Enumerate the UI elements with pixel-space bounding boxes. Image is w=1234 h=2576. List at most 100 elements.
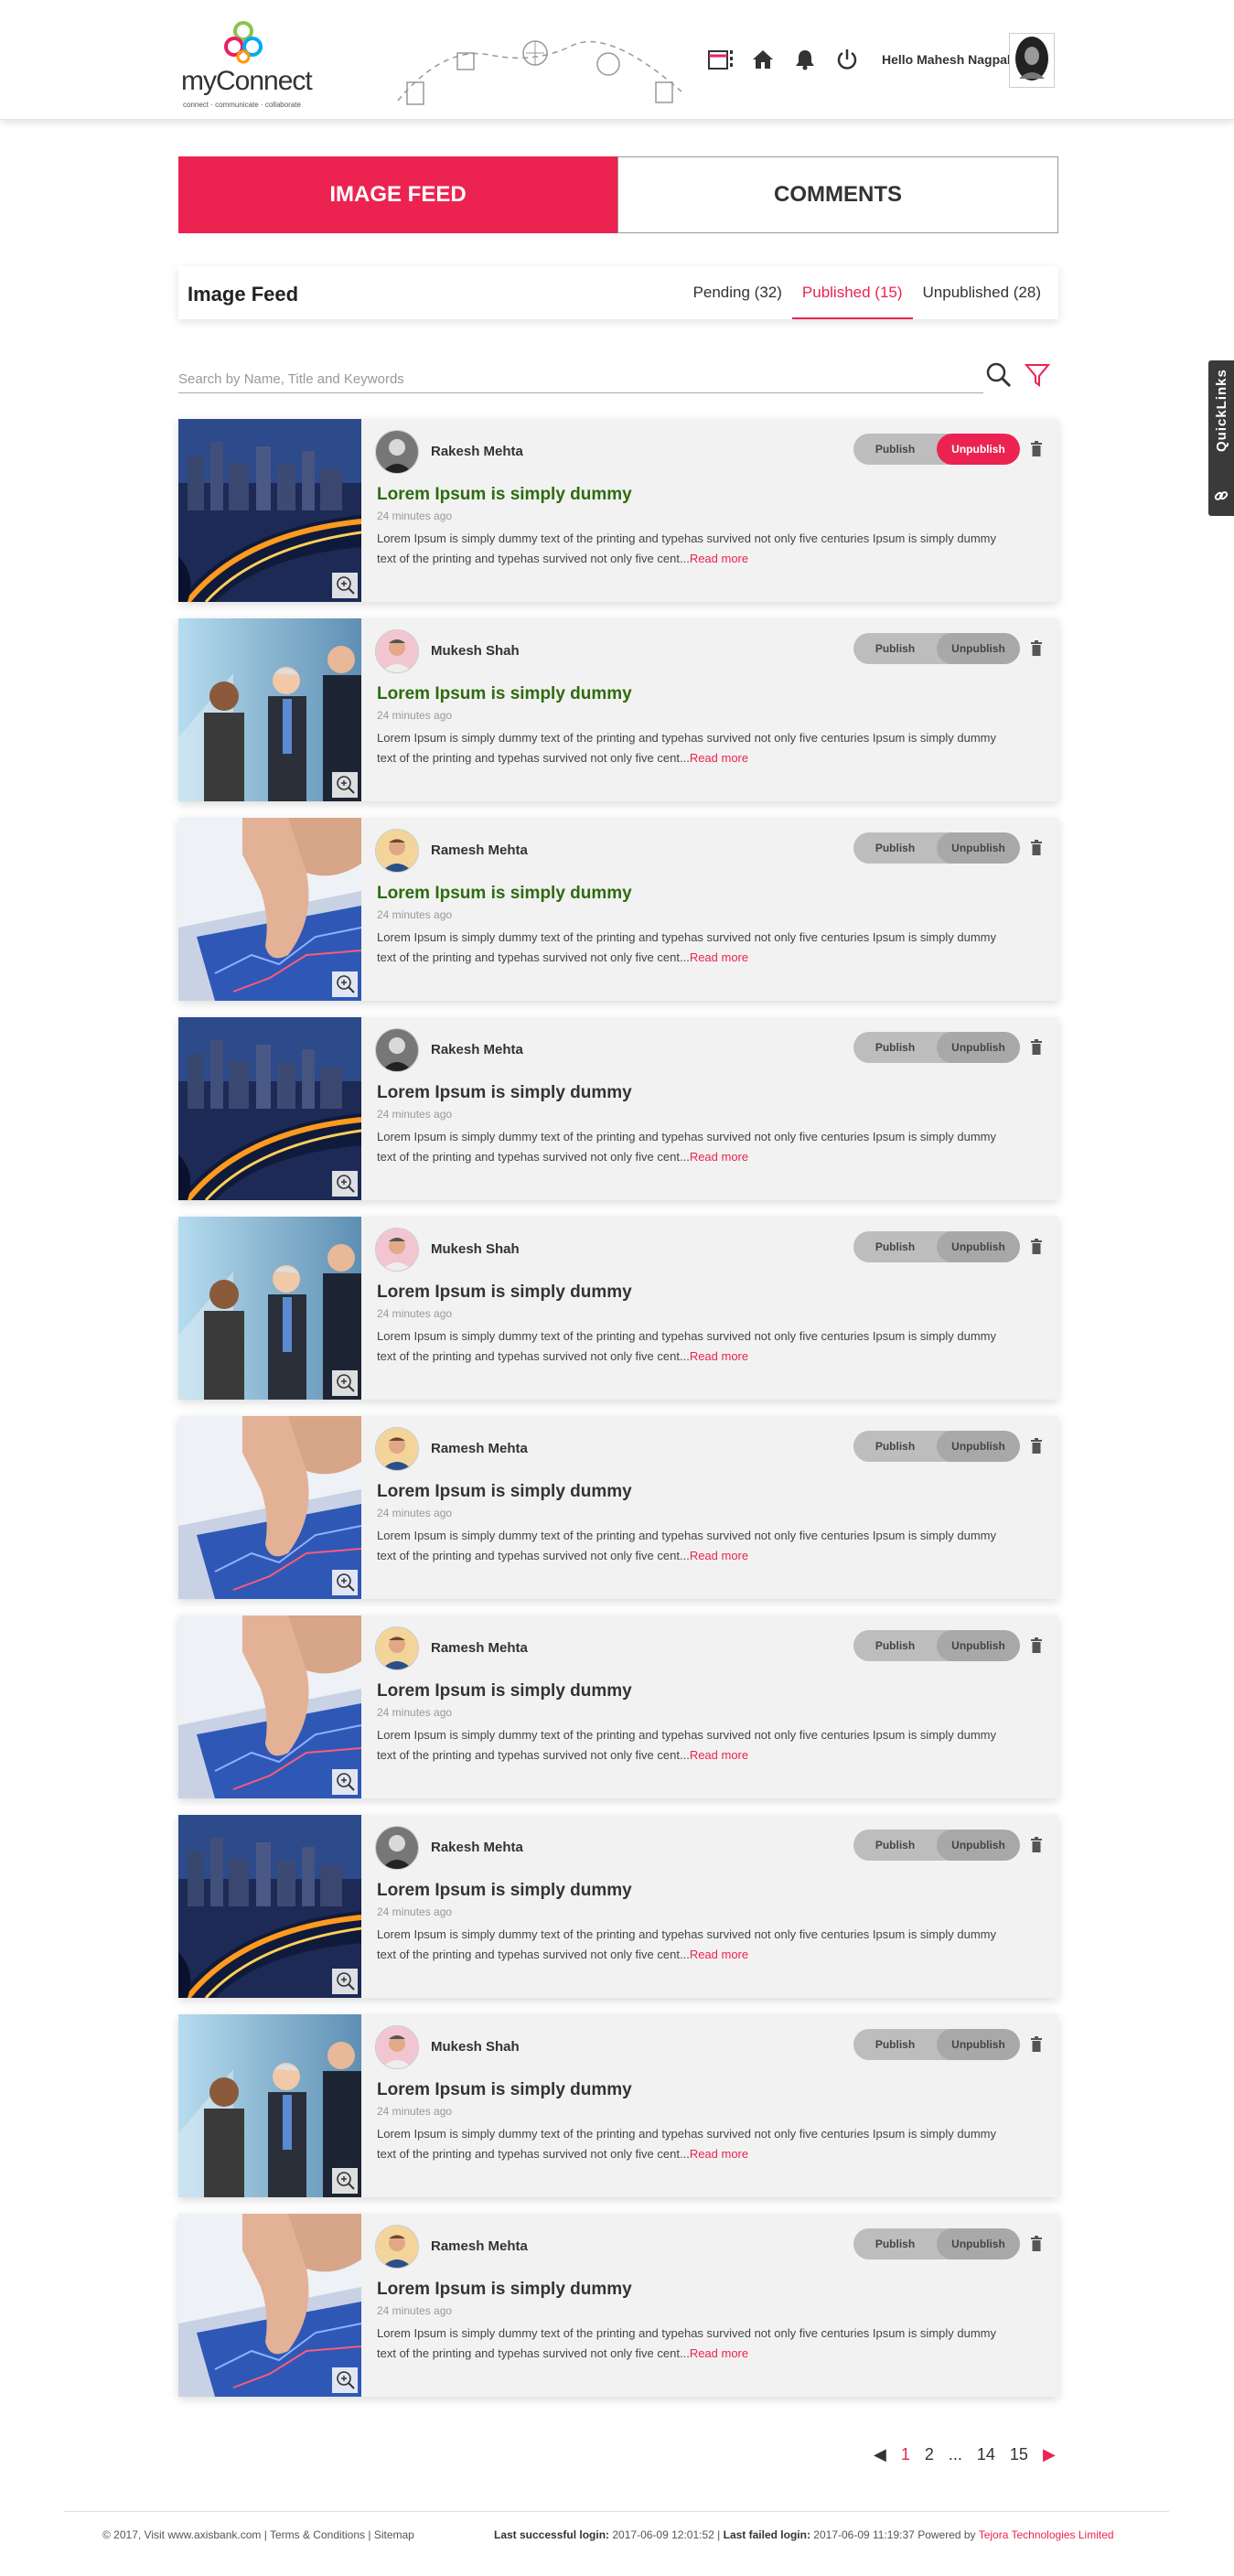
read-more-link[interactable]: Read more <box>690 1549 748 1562</box>
unpublish-button[interactable]: Unpublish <box>937 1630 1020 1661</box>
zoom-icon[interactable] <box>332 1969 358 1994</box>
feed-subheader: Image Feed Pending (32) Published (15) U… <box>178 266 1058 319</box>
unpublish-button[interactable]: Unpublish <box>937 1231 1020 1262</box>
trash-icon[interactable] <box>1029 2236 1044 2252</box>
publish-toggle[interactable]: Publish Unpublish <box>853 1431 1020 1462</box>
power-icon[interactable] <box>831 44 864 75</box>
page-number[interactable]: 2 <box>925 2445 934 2464</box>
zoom-icon[interactable] <box>332 1171 358 1197</box>
publish-button[interactable]: Publish <box>853 2228 937 2259</box>
publish-button[interactable]: Publish <box>853 2029 937 2060</box>
publish-button[interactable]: Publish <box>853 1630 937 1661</box>
quicklinks-tab[interactable]: QuickLinks <box>1208 360 1234 516</box>
publish-toggle[interactable]: Publish Unpublish <box>853 2029 1020 2060</box>
read-more-link[interactable]: Read more <box>690 751 748 765</box>
trash-icon[interactable] <box>1029 1637 1044 1654</box>
author-name[interactable]: Ramesh Mehta <box>431 2238 528 2254</box>
publish-button[interactable]: Publish <box>853 1032 937 1063</box>
publish-toggle[interactable]: Publish Unpublish <box>853 2228 1020 2259</box>
zoom-icon[interactable] <box>332 1370 358 1396</box>
zoom-icon[interactable] <box>332 1769 358 1795</box>
read-more-link[interactable]: Read more <box>690 2147 748 2161</box>
trash-icon[interactable] <box>1029 1837 1044 1853</box>
read-more-link[interactable]: Read more <box>690 552 748 565</box>
filter-icon[interactable] <box>1022 360 1053 391</box>
publish-toggle[interactable]: Publish Unpublish <box>853 1630 1020 1661</box>
publish-button[interactable]: Publish <box>853 633 937 664</box>
footer-site-link[interactable]: www.axisbank.com <box>167 2528 261 2541</box>
unpublish-button[interactable]: Unpublish <box>937 832 1020 864</box>
calendar-icon[interactable] <box>704 44 737 75</box>
read-more-link[interactable]: Read more <box>690 950 748 964</box>
tab-pending[interactable]: Pending (32) <box>683 266 792 319</box>
author-name[interactable]: Mukesh Shah <box>431 643 520 659</box>
publish-button[interactable]: Publish <box>853 1231 937 1262</box>
unpublish-button[interactable]: Unpublish <box>937 2228 1020 2259</box>
publish-toggle[interactable]: Publish Unpublish <box>853 1830 1020 1861</box>
author-name[interactable]: Rakesh Mehta <box>431 444 523 459</box>
author-name[interactable]: Mukesh Shah <box>431 2039 520 2055</box>
read-more-link[interactable]: Read more <box>690 1349 748 1363</box>
tab-published[interactable]: Published (15) <box>791 266 913 319</box>
publish-toggle[interactable]: Publish Unpublish <box>853 633 1020 664</box>
publish-button[interactable]: Publish <box>853 1431 937 1462</box>
powered-by-company[interactable]: Tejora Technologies Limited <box>979 2528 1114 2541</box>
unpublish-button[interactable]: Unpublish <box>937 434 1020 465</box>
card-body-text: Lorem Ipsum is simply dummy text of the … <box>377 1329 996 1363</box>
search-icon[interactable] <box>983 360 1014 391</box>
trash-icon[interactable] <box>1029 840 1044 856</box>
page-number[interactable]: 15 <box>1010 2445 1028 2464</box>
search-input[interactable] <box>178 365 983 393</box>
zoom-icon[interactable] <box>332 1570 358 1595</box>
bell-icon[interactable] <box>789 44 821 75</box>
author-name[interactable]: Ramesh Mehta <box>431 1640 528 1656</box>
publish-toggle[interactable]: Publish Unpublish <box>853 832 1020 864</box>
publish-toggle[interactable]: Publish Unpublish <box>853 434 1020 465</box>
zoom-icon[interactable] <box>332 573 358 598</box>
trash-icon[interactable] <box>1029 640 1044 657</box>
unpublish-button[interactable]: Unpublish <box>937 1431 1020 1462</box>
footer-terms-link[interactable]: Terms & Conditions <box>270 2528 365 2541</box>
card-title: Lorem Ipsum is simply dummy <box>377 485 632 504</box>
trash-icon[interactable] <box>1029 1438 1044 1454</box>
zoom-icon[interactable] <box>332 971 358 997</box>
author-name[interactable]: Rakesh Mehta <box>431 1840 523 1855</box>
page-number[interactable]: 14 <box>977 2445 995 2464</box>
read-more-link[interactable]: Read more <box>690 1748 748 1762</box>
author-name[interactable]: Rakesh Mehta <box>431 1042 523 1057</box>
trash-icon[interactable] <box>1029 1039 1044 1056</box>
user-avatar[interactable] <box>1009 33 1055 88</box>
author-name[interactable]: Ramesh Mehta <box>431 843 528 858</box>
page-number[interactable]: 1 <box>901 2445 910 2464</box>
page-title: Image Feed <box>188 283 299 306</box>
publish-button[interactable]: Publish <box>853 434 937 465</box>
publish-toggle[interactable]: Publish Unpublish <box>853 1032 1020 1063</box>
unpublish-button[interactable]: Unpublish <box>937 1830 1020 1861</box>
prev-page-icon[interactable]: ◀ <box>874 2445 886 2464</box>
next-page-icon[interactable]: ▶ <box>1043 2445 1056 2464</box>
author-name[interactable]: Mukesh Shah <box>431 1241 520 1257</box>
myconnect-logo[interactable]: myConnect connect · communicate · collab… <box>181 16 313 113</box>
publish-button[interactable]: Publish <box>853 1830 937 1861</box>
tab-unpublished[interactable]: Unpublished (28) <box>913 266 1051 319</box>
unpublish-button[interactable]: Unpublish <box>937 1032 1020 1063</box>
read-more-link[interactable]: Read more <box>690 1948 748 1961</box>
read-more-link[interactable]: Read more <box>690 1150 748 1164</box>
zoom-icon[interactable] <box>332 2168 358 2194</box>
feed-card: Mukesh Shah Publish Unpublish Lorem Ipsu… <box>178 1217 1058 1400</box>
publish-toggle[interactable]: Publish Unpublish <box>853 1231 1020 1262</box>
tab-comments[interactable]: COMMENTS <box>617 156 1058 233</box>
publish-button[interactable]: Publish <box>853 832 937 864</box>
tab-image-feed[interactable]: IMAGE FEED <box>178 156 617 233</box>
zoom-icon[interactable] <box>332 772 358 798</box>
unpublish-button[interactable]: Unpublish <box>937 2029 1020 2060</box>
trash-icon[interactable] <box>1029 2036 1044 2053</box>
home-icon[interactable] <box>746 44 779 75</box>
trash-icon[interactable] <box>1029 441 1044 457</box>
read-more-link[interactable]: Read more <box>690 2346 748 2360</box>
footer-sitemap-link[interactable]: Sitemap <box>374 2528 414 2541</box>
trash-icon[interactable] <box>1029 1239 1044 1255</box>
author-name[interactable]: Ramesh Mehta <box>431 1441 528 1456</box>
zoom-icon[interactable] <box>332 2367 358 2393</box>
unpublish-button[interactable]: Unpublish <box>937 633 1020 664</box>
